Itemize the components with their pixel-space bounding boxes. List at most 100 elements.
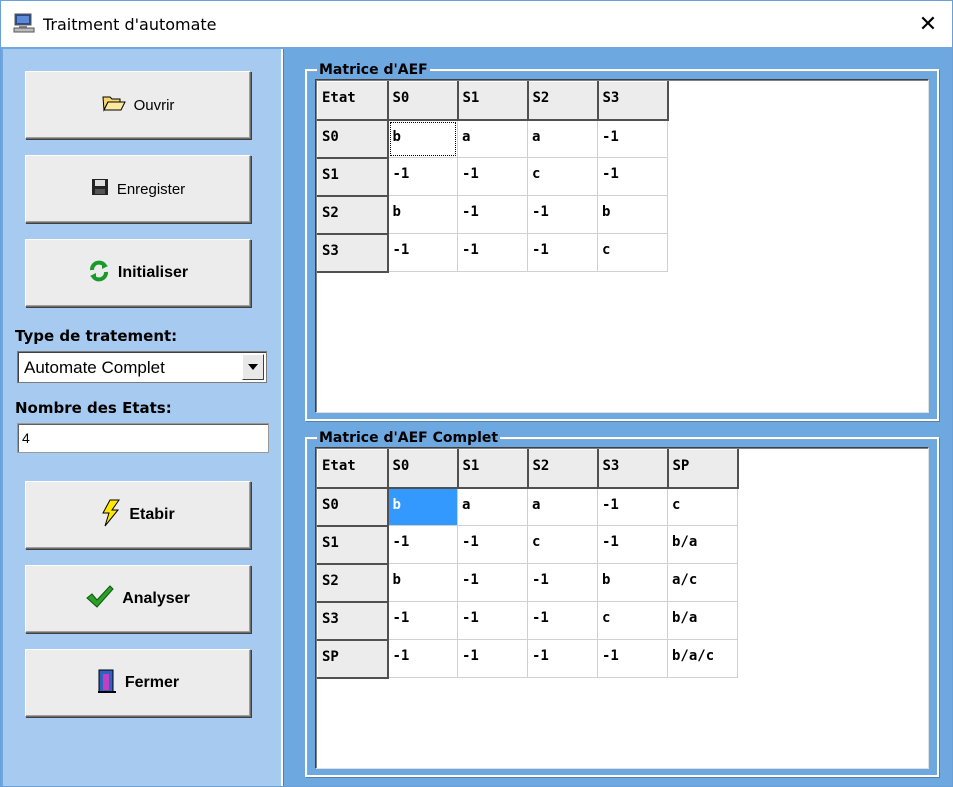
table-cell[interactable]: -1: [387, 233, 458, 272]
enregister-button[interactable]: Enregister: [25, 155, 251, 223]
header-row: Etat S0 S1 S2 S3: [317, 81, 669, 121]
table-row: SP -1 -1 -1 -1 b/a/c: [317, 639, 738, 679]
table-row: S2 b -1 -1 b a/c: [317, 563, 738, 603]
table-cell[interactable]: a: [527, 119, 598, 158]
table-cell[interactable]: -1: [597, 525, 668, 564]
column-header[interactable]: S1: [457, 449, 529, 489]
row-header[interactable]: S0: [317, 119, 389, 159]
table-cell[interactable]: -1: [457, 157, 528, 196]
matrice-aef-title: Matrice d'AEF: [317, 62, 430, 78]
row-header[interactable]: S3: [317, 233, 389, 273]
row-header[interactable]: S2: [317, 195, 389, 235]
table-cell[interactable]: c: [667, 487, 738, 526]
table-cell[interactable]: -1: [457, 195, 528, 234]
row-header[interactable]: S0: [317, 487, 389, 527]
table-row: S1 -1 -1 c -1 b/a: [317, 525, 738, 565]
table-cell[interactable]: b: [387, 119, 458, 158]
table-cell[interactable]: -1: [457, 601, 528, 640]
table-cell[interactable]: c: [527, 157, 598, 196]
column-header[interactable]: S0: [387, 81, 459, 121]
type-traitement-select[interactable]: Automate Complet: [17, 351, 267, 383]
table-cell[interactable]: -1: [457, 639, 528, 678]
table-cell[interactable]: -1: [597, 157, 668, 196]
table-cell[interactable]: a: [457, 487, 528, 526]
analyser-label: Analyser: [122, 590, 190, 607]
row-header[interactable]: S1: [317, 525, 389, 565]
table-cell[interactable]: b: [387, 195, 458, 234]
column-header[interactable]: S1: [457, 81, 529, 121]
row-header[interactable]: S1: [317, 157, 389, 197]
table-cell[interactable]: c: [597, 233, 668, 272]
table-cell[interactable]: -1: [387, 601, 458, 640]
table-row: S0 b a a -1: [317, 119, 668, 159]
column-header[interactable]: S2: [527, 81, 599, 121]
table-cell[interactable]: c: [527, 525, 598, 564]
client-area: Ouvrir Enregister Initialiser Type de tr…: [1, 47, 952, 786]
table-cell[interactable]: -1: [527, 639, 598, 678]
matrice-aef-complet-grid[interactable]: Etat S0 S1 S2 S3 SP S0 b a a -1 c S1 -1 -1 c -1 b/a S2 b -1-…: [315, 447, 929, 769]
matrice-aef-grid[interactable]: Etat S0 S1 S2 S3 S0 b a a -1 S1 -1 -1 c -1 S2 b -1 -1 b S3 -1…: [315, 79, 929, 413]
column-header[interactable]: SP: [667, 449, 739, 489]
table-cell[interactable]: -1: [597, 119, 668, 158]
matrice-aef-complet-table: Etat S0 S1 S2 S3 SP S0 b a a -1 c S1 -1 -1 c -1 b/a S2 b -1-…: [317, 449, 739, 679]
fermer-button[interactable]: Fermer: [25, 649, 251, 717]
table-cell[interactable]: -1: [527, 601, 598, 640]
etabir-button[interactable]: Etabir: [25, 481, 251, 549]
table-cell[interactable]: b: [597, 195, 668, 234]
table-cell[interactable]: -1: [527, 563, 598, 602]
lightning-icon: [101, 499, 121, 531]
table-cell[interactable]: b/a: [667, 525, 738, 564]
folder-open-icon: [102, 94, 126, 116]
table-cell[interactable]: -1: [387, 157, 458, 196]
table-cell[interactable]: -1: [527, 233, 598, 272]
enregister-label: Enregister: [116, 180, 186, 198]
column-header[interactable]: S2: [527, 449, 599, 489]
table-row: S3 -1 -1 -1 c b/a: [317, 601, 738, 641]
table-row: S2 b -1 -1 b: [317, 195, 668, 235]
table-cell[interactable]: a/c: [667, 563, 738, 602]
table-cell[interactable]: b: [387, 563, 458, 602]
analyser-button[interactable]: Analyser: [25, 565, 251, 633]
initialiser-button[interactable]: Initialiser: [25, 239, 251, 307]
table-cell[interactable]: b: [597, 563, 668, 602]
nombre-etats-value: 4: [22, 430, 30, 446]
table-cell[interactable]: -1: [387, 525, 458, 564]
table-cell[interactable]: a: [457, 119, 528, 158]
table-cell[interactable]: -1: [527, 195, 598, 234]
nombre-etats-input[interactable]: 4: [17, 423, 269, 453]
table-cell[interactable]: -1: [387, 639, 458, 678]
row-header[interactable]: SP: [317, 639, 389, 679]
table-cell[interactable]: a: [527, 487, 598, 526]
type-traitement-label: Type de tratement:: [15, 327, 178, 345]
door-exit-icon: [97, 668, 117, 698]
app-icon: [13, 13, 35, 33]
fermer-label: Fermer: [124, 674, 180, 691]
close-icon[interactable]: ✕: [906, 5, 950, 43]
window-title: Traitment d'automate: [43, 15, 217, 34]
table-cell[interactable]: -1: [457, 525, 528, 564]
column-header[interactable]: Etat: [317, 81, 389, 121]
column-header[interactable]: Etat: [317, 449, 389, 489]
matrice-aef-group: Matrice d'AEF Etat S0 S1 S2 S3 S0 b a a -1 S1 -1 -1 c…: [305, 62, 939, 421]
column-header[interactable]: S3: [597, 449, 669, 489]
checkmark-icon: [86, 585, 114, 613]
table-cell[interactable]: -1: [457, 233, 528, 272]
table-cell[interactable]: b: [387, 487, 458, 526]
table-cell[interactable]: -1: [597, 639, 668, 678]
row-header[interactable]: S3: [317, 601, 389, 641]
etabir-label: Etabir: [129, 506, 175, 523]
floppy-disk-icon: [91, 178, 109, 200]
table-cell[interactable]: b/a/c: [667, 639, 738, 678]
column-header[interactable]: S0: [387, 449, 459, 489]
table-cell[interactable]: -1: [597, 487, 668, 526]
chevron-down-icon[interactable]: [242, 354, 264, 380]
row-header[interactable]: S2: [317, 563, 389, 603]
ouvrir-button[interactable]: Ouvrir: [25, 71, 251, 139]
title-bar: Traitment d'automate ✕: [1, 1, 952, 47]
matrice-aef-complet-title: Matrice d'AEF Complet: [317, 430, 501, 446]
table-cell[interactable]: b/a: [667, 601, 738, 640]
column-header[interactable]: S3: [597, 81, 669, 121]
table-cell[interactable]: c: [597, 601, 668, 640]
left-panel: Ouvrir Enregister Initialiser Type de tr…: [3, 49, 283, 786]
table-cell[interactable]: -1: [457, 563, 528, 602]
